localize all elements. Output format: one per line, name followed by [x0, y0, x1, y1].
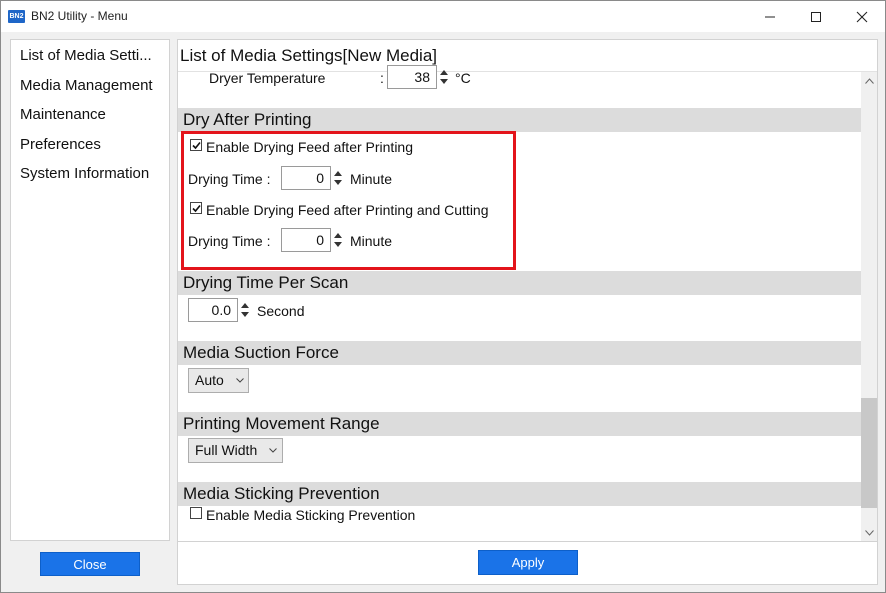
title-bar[interactable]: BN2 BN2 Utility - Menu [1, 1, 885, 32]
media-suction-force-value: Auto [195, 372, 224, 388]
sidebar: List of Media Setti... Media Management … [10, 39, 170, 541]
minimize-button[interactable] [747, 1, 793, 32]
chevron-down-icon [236, 378, 244, 383]
section-printing-movement-range: Printing Movement Range [178, 412, 861, 436]
close-button[interactable]: Close [40, 552, 140, 576]
drying-time-per-scan-input[interactable]: 0.0 [188, 298, 238, 322]
sidebar-item-media-management[interactable]: Media Management [20, 77, 153, 94]
sidebar-item-maintenance[interactable]: Maintenance [20, 106, 106, 123]
sidebar-item-list-of-media-settings[interactable]: List of Media Setti... [20, 47, 152, 64]
section-drying-time-per-scan: Drying Time Per Scan [178, 271, 861, 295]
scroll-up-icon[interactable] [865, 78, 874, 84]
minimize-icon [765, 16, 775, 18]
window-title: BN2 Utility - Menu [31, 9, 128, 23]
media-sticking-prevention-checkbox[interactable] [190, 507, 202, 519]
chevron-up-icon [241, 303, 249, 308]
printing-movement-range-select[interactable]: Full Width [188, 438, 283, 463]
section-dry-after-printing: Dry After Printing [178, 108, 861, 132]
maximize-button[interactable] [793, 1, 839, 32]
sidebar-item-system-information[interactable]: System Information [20, 165, 149, 182]
close-icon [856, 11, 868, 23]
dryer-temperature-label: Dryer Temperature [209, 70, 326, 86]
vertical-scrollbar[interactable] [861, 72, 877, 541]
apply-button[interactable]: Apply [478, 550, 578, 575]
printing-movement-range-value: Full Width [195, 442, 258, 458]
app-window: BN2 BN2 Utility - Menu List of Media Set… [0, 0, 886, 593]
chevron-up-icon [440, 70, 448, 75]
section-media-suction-force: Media Suction Force [178, 341, 861, 365]
dryer-temperature-unit: °C [455, 70, 471, 86]
media-settings-panel: List of Media Settings[New Media] Dryer … [177, 39, 878, 542]
drying-time-per-scan-stepper[interactable] [238, 298, 251, 322]
drying-time-per-scan-unit: Second [257, 303, 305, 319]
highlight-box [181, 131, 516, 270]
app-icon: BN2 [8, 10, 25, 23]
chevron-down-icon [440, 79, 448, 84]
sidebar-item-preferences[interactable]: Preferences [20, 136, 101, 153]
scroll-thumb[interactable] [861, 398, 877, 508]
page-title: List of Media Settings[New Media] [180, 46, 438, 65]
dryer-temperature-stepper[interactable] [437, 65, 450, 89]
media-suction-force-select[interactable]: Auto [188, 368, 249, 393]
maximize-icon [811, 12, 821, 22]
close-window-button[interactable] [839, 1, 885, 32]
chevron-down-icon [269, 448, 277, 453]
dryer-temperature-colon: : [380, 70, 384, 86]
chevron-down-icon [241, 312, 249, 317]
dryer-temperature-input[interactable]: 38 [387, 65, 437, 89]
scroll-down-icon[interactable] [865, 530, 874, 536]
media-sticking-prevention-label: Enable Media Sticking Prevention [206, 507, 416, 523]
section-media-sticking-prevention: Media Sticking Prevention [178, 482, 861, 506]
